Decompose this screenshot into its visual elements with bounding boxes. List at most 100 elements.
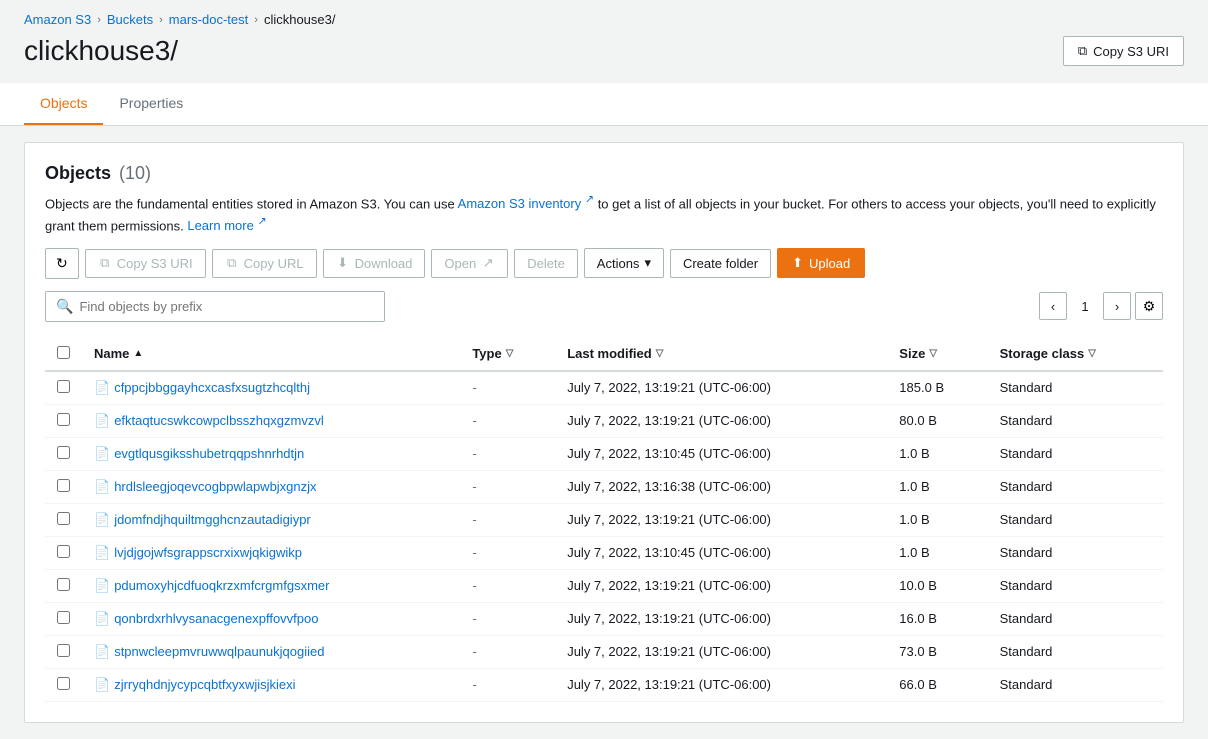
col-storage-class-label: Storage class [1000,346,1085,361]
row-last-modified-5: July 7, 2022, 13:10:45 (UTC-06:00) [555,536,887,569]
table-row: 📄 evgtlqusgiksshubetrqqpshnrhdtjn - July… [45,437,1163,470]
row-checkbox-0[interactable] [57,380,70,393]
file-link-9[interactable]: zjrryqhdnjycypcqbtfxyxwjisjkiexi [114,677,295,692]
tabs-bar: Objects Properties [0,83,1208,126]
breadcrumb-current: clickhouse3/ [264,12,336,27]
row-checkbox-cell-9 [45,668,82,701]
actions-button[interactable]: Actions ▾ [584,248,664,278]
copy-url-icon: ⧉ [225,256,239,270]
file-icon-4: 📄 [94,512,110,528]
row-size-6: 10.0 B [887,569,987,602]
row-checkbox-9[interactable] [57,677,70,690]
row-checkbox-4[interactable] [57,512,70,525]
file-link-4[interactable]: jdomfndjhquiltmgghcnzautadigiypr [114,512,311,527]
sort-size-icon: ▽ [929,348,937,359]
breadcrumb-buckets[interactable]: Buckets [107,12,153,27]
row-checkbox-8[interactable] [57,644,70,657]
file-icon-1: 📄 [94,413,110,429]
row-checkbox-2[interactable] [57,446,70,459]
create-folder-label: Create folder [683,256,758,271]
tab-properties[interactable]: Properties [103,83,199,125]
search-input[interactable] [79,299,374,314]
row-checkbox-7[interactable] [57,611,70,624]
row-name-5: 📄 lvjdjgojwfsgrappscrxixwjqkigwikp [82,536,460,569]
sort-name[interactable]: Name ▲ [94,346,448,361]
row-checkbox-1[interactable] [57,413,70,426]
row-last-modified-9: July 7, 2022, 13:19:21 (UTC-06:00) [555,668,887,701]
sort-type-icon: ▽ [506,348,514,359]
delete-button[interactable]: Delete [514,249,578,278]
row-checkbox-5[interactable] [57,545,70,558]
row-storage-class-7: Standard [988,602,1163,635]
row-storage-class-2: Standard [988,437,1163,470]
select-all-col [45,338,82,371]
file-link-1[interactable]: efktaqtucswkcowpclbsszhqxgzmvzvl [114,413,324,428]
copy-icon-header: ⧉ [1078,43,1087,59]
upload-button[interactable]: ⬆ Upload [777,248,865,278]
sort-size[interactable]: Size ▽ [899,346,975,361]
file-link-3[interactable]: hrdlsleegjoqevcogbpwlapwbjxgnzjx [114,479,316,494]
copy-url-label: Copy URL [244,256,304,271]
row-type-7: - [460,602,555,635]
row-name-8: 📄 stpnwcleepmvruwwqlpaunukjqogiied [82,635,460,668]
file-icon-2: 📄 [94,446,110,462]
download-button[interactable]: ⬇ Download [323,249,426,278]
row-size-4: 1.0 B [887,503,987,536]
breadcrumb-sep-2: › [159,14,163,26]
row-last-modified-8: July 7, 2022, 13:19:21 (UTC-06:00) [555,635,887,668]
tab-objects[interactable]: Objects [24,83,103,125]
row-size-2: 1.0 B [887,437,987,470]
row-name-7: 📄 qonbrdxrhlvysanacgenexpffovvfpoo [82,602,460,635]
col-last-modified-label: Last modified [567,346,652,361]
file-link-6[interactable]: pdumoxyhjcdfuoqkrzxmfcrgmfgsxmer [114,578,329,593]
table-row: 📄 stpnwcleepmvruwwqlpaunukjqogiied - Jul… [45,635,1163,668]
file-link-2[interactable]: evgtlqusgiksshubetrqqpshnrhdtjn [114,446,304,461]
sort-last-modified[interactable]: Last modified ▽ [567,346,875,361]
copy-s3-icon: ⧉ [98,256,112,270]
amazon-s3-inventory-link[interactable]: Amazon S3 inventory ↗ [458,196,594,211]
row-storage-class-0: Standard [988,371,1163,405]
file-link-7[interactable]: qonbrdxrhlvysanacgenexpffovvfpoo [114,611,318,626]
breadcrumb-sep-3: › [254,14,258,26]
copy-s3-uri-label: Copy S3 URI [117,256,193,271]
breadcrumb-bucket-name[interactable]: mars-doc-test [169,12,248,27]
open-button[interactable]: Open ↗ [431,249,508,278]
table-row: 📄 zjrryqhdnjycypcqbtfxyxwjisjkiexi - Jul… [45,668,1163,701]
refresh-button[interactable]: ↻ [45,248,79,279]
row-storage-class-8: Standard [988,635,1163,668]
col-size-label: Size [899,346,925,361]
table-row: 📄 qonbrdxrhlvysanacgenexpffovvfpoo - Jul… [45,602,1163,635]
row-type-0: - [460,371,555,405]
file-link-5[interactable]: lvjdjgojwfsgrappscrxixwjqkigwikp [114,545,302,560]
row-checkbox-cell-8 [45,635,82,668]
copy-s3-uri-button[interactable]: ⧉ Copy S3 URI [85,249,206,278]
pagination-prev-button[interactable]: ‹ [1039,292,1067,320]
learn-more-link[interactable]: Learn more ↗ [187,218,266,233]
copy-s3-uri-header-button[interactable]: ⧉ Copy S3 URI [1063,36,1184,66]
table-row: 📄 cfppcjbbggayhcxcasfxsugtzhcqlthj - Jul… [45,371,1163,405]
search-icon: 🔍 [56,298,73,315]
row-size-3: 1.0 B [887,470,987,503]
file-link-0[interactable]: cfppcjbbggayhcxcasfxsugtzhcqlthj [114,380,310,395]
row-name-2: 📄 evgtlqusgiksshubetrqqpshnrhdtjn [82,437,460,470]
row-last-modified-7: July 7, 2022, 13:19:21 (UTC-06:00) [555,602,887,635]
row-last-modified-4: July 7, 2022, 13:19:21 (UTC-06:00) [555,503,887,536]
row-checkbox-6[interactable] [57,578,70,591]
row-checkbox-3[interactable] [57,479,70,492]
select-all-checkbox[interactable] [57,346,70,359]
row-last-modified-3: July 7, 2022, 13:16:38 (UTC-06:00) [555,470,887,503]
breadcrumb-amazon-s3[interactable]: Amazon S3 [24,12,91,27]
row-last-modified-6: July 7, 2022, 13:19:21 (UTC-06:00) [555,569,887,602]
sort-storage-class[interactable]: Storage class ▽ [1000,346,1151,361]
pagination-next-button[interactable]: › [1103,292,1131,320]
sort-type[interactable]: Type ▽ [472,346,543,361]
content-area: Objects (10) Objects are the fundamental… [24,142,1184,723]
row-size-1: 80.0 B [887,404,987,437]
table-settings-button[interactable]: ⚙ [1135,292,1163,320]
copy-url-button[interactable]: ⧉ Copy URL [212,249,317,278]
create-folder-button[interactable]: Create folder [670,249,771,278]
row-storage-class-9: Standard [988,668,1163,701]
table-header-row: Name ▲ Type ▽ Last modified ▽ [45,338,1163,371]
row-type-9: - [460,668,555,701]
file-link-8[interactable]: stpnwcleepmvruwwqlpaunukjqogiied [114,644,324,659]
